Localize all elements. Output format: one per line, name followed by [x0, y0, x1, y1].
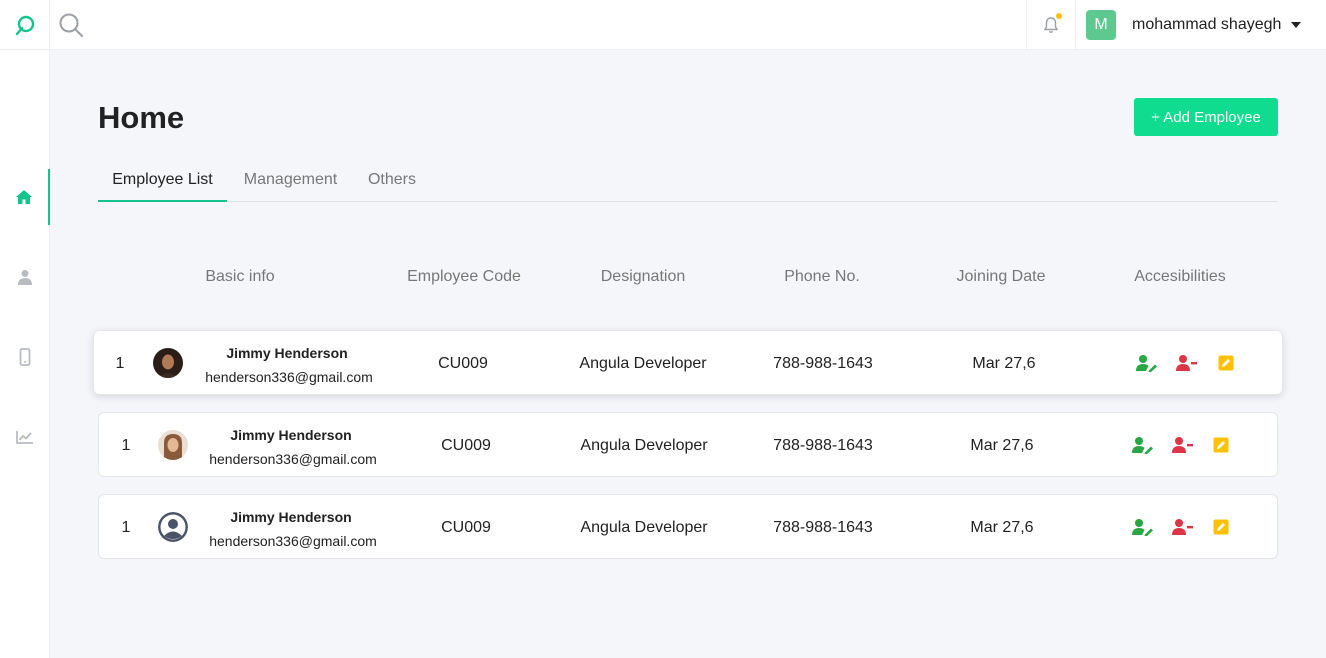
user-minus-icon [1172, 519, 1193, 535]
edit-user-button[interactable] [1135, 353, 1159, 373]
row-index: 1 [121, 437, 131, 454]
employee-code: CU009 [441, 437, 491, 454]
default-user-avatar-icon [158, 512, 188, 542]
user-name: mohammad shayegh [1132, 16, 1282, 33]
column-header-joining-date: Joining Date [956, 268, 1046, 285]
employee-email: henderson336@gmail.com [209, 451, 377, 467]
mobile-icon [19, 348, 31, 366]
notifications-button[interactable] [1026, 0, 1076, 50]
tab-others[interactable]: Others [360, 166, 424, 202]
tab-bar: Employee List Management Others [98, 166, 1278, 202]
tab-employee-list[interactable]: Employee List [98, 166, 227, 202]
chart-line-icon [16, 431, 33, 444]
employee-phone: 788-988-1643 [773, 355, 873, 372]
employee-code: CU009 [438, 355, 488, 372]
table-row[interactable]: 1 Jimmy Henderson henderson336@gmail.com… [98, 494, 1278, 559]
column-header-designation: Designation [600, 268, 686, 285]
edit-square-icon [1218, 355, 1234, 371]
employee-email: henderson336@gmail.com [205, 369, 373, 385]
user-edit-icon [1136, 355, 1157, 372]
remove-user-button[interactable] [1171, 435, 1195, 455]
edit-square-icon [1213, 519, 1229, 535]
table-row[interactable]: 1 Jimmy Henderson henderson336@gmail.com… [93, 330, 1283, 395]
remove-user-button[interactable] [1175, 353, 1199, 373]
employee-joining-date: Mar 27,6 [970, 437, 1034, 454]
sidebar [0, 50, 50, 658]
column-header-employee-code: Employee Code [407, 268, 521, 285]
edit-button[interactable] [1209, 517, 1233, 537]
employee-code: CU009 [441, 519, 491, 536]
column-header-phone: Phone No. [784, 268, 860, 285]
table-row[interactable]: 1 Jimmy Henderson henderson336@gmail.com… [98, 412, 1278, 477]
remove-user-button[interactable] [1171, 517, 1195, 537]
employee-name: Jimmy Henderson [230, 509, 352, 525]
sidebar-item-users[interactable] [0, 249, 50, 305]
employee-joining-date: Mar 27,6 [972, 355, 1036, 372]
edit-user-button[interactable] [1131, 517, 1155, 537]
search-icon [59, 13, 83, 37]
employee-designation: Angula Developer [580, 519, 708, 536]
user-icon [18, 270, 32, 285]
home-icon [16, 190, 32, 204]
page-title: Home [98, 100, 185, 135]
edit-square-icon [1213, 437, 1229, 453]
add-employee-button[interactable]: + Add Employee [1134, 98, 1278, 136]
employee-designation: Angula Developer [579, 355, 707, 372]
logo-icon [15, 15, 34, 36]
employee-phone: 788-988-1643 [773, 437, 873, 454]
employee-designation: Angula Developer [580, 437, 708, 454]
employee-name: Jimmy Henderson [230, 427, 352, 443]
user-minus-icon [1176, 355, 1197, 371]
sidebar-item-mobile[interactable] [0, 329, 50, 385]
logo[interactable] [0, 0, 50, 50]
tab-management[interactable]: Management [235, 166, 346, 202]
column-header-basic-info: Basic info [205, 268, 275, 285]
edit-user-button[interactable] [1131, 435, 1155, 455]
edit-button[interactable] [1214, 353, 1238, 373]
column-header-accessibilities: Accesibilities [1134, 268, 1226, 285]
user-menu[interactable]: M mohammad shayegh [1086, 10, 1302, 40]
edit-button[interactable] [1209, 435, 1233, 455]
user-minus-icon [1172, 437, 1193, 453]
employee-photo [158, 430, 188, 460]
sidebar-item-home[interactable] [0, 169, 50, 225]
employee-photo [158, 512, 188, 542]
row-index: 1 [121, 519, 131, 536]
employee-joining-date: Mar 27,6 [970, 519, 1034, 536]
avatar: M [1086, 10, 1116, 40]
row-index: 1 [115, 355, 125, 372]
user-edit-icon [1132, 437, 1153, 454]
sidebar-item-analytics[interactable] [0, 409, 50, 465]
notification-dot [1056, 13, 1062, 19]
woman-light-hair-avatar-icon [158, 430, 188, 460]
bell-icon [1044, 17, 1058, 33]
employee-phone: 788-988-1643 [773, 519, 873, 536]
employee-photo [153, 348, 183, 378]
employee-email: henderson336@gmail.com [209, 533, 377, 549]
user-edit-icon [1132, 519, 1153, 536]
top-bar: M mohammad shayegh [0, 0, 1326, 50]
search-button[interactable] [56, 10, 86, 40]
employee-name: Jimmy Henderson [226, 345, 348, 361]
woman-dark-hair-avatar-icon [153, 348, 183, 378]
caret-down-icon [1291, 22, 1302, 28]
